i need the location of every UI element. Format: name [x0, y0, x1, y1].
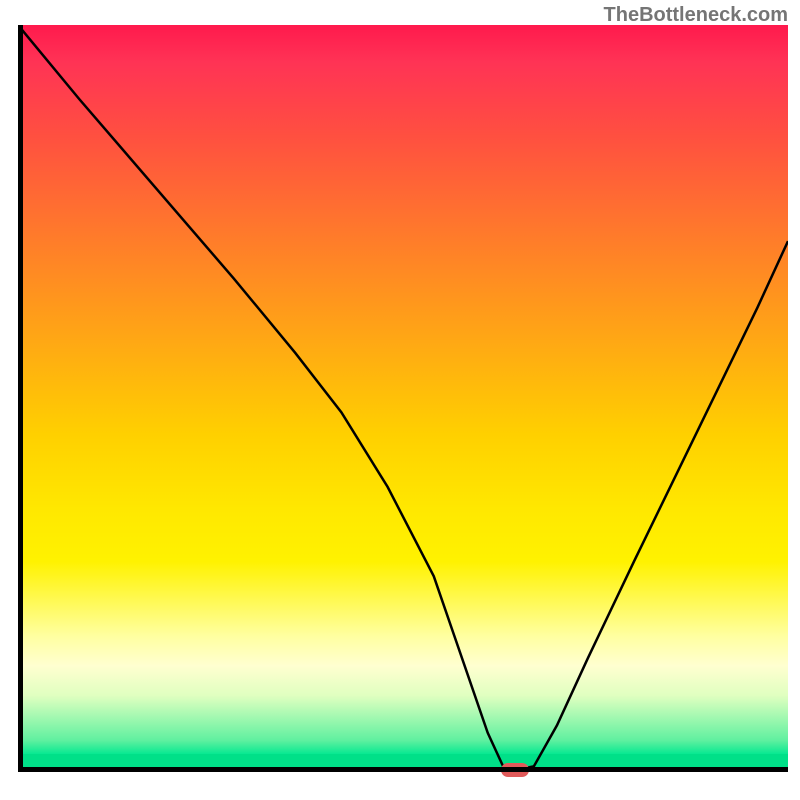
curve-svg [18, 25, 788, 795]
y-axis [18, 25, 23, 772]
plot-area [18, 25, 788, 795]
bottleneck-chart [18, 25, 788, 795]
x-axis [18, 767, 788, 772]
bottleneck-curve-path [18, 25, 788, 770]
attribution-text: TheBottleneck.com [604, 4, 788, 27]
